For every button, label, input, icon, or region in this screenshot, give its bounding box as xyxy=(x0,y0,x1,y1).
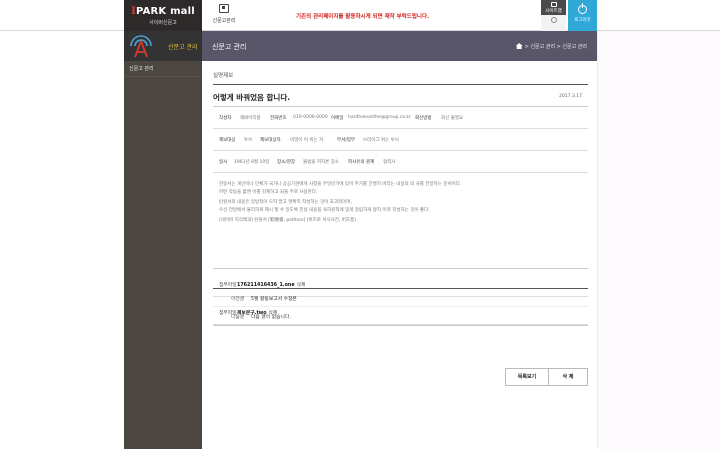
power-icon xyxy=(578,3,587,14)
meta-key: 회신방법 xyxy=(415,116,432,121)
prev-post-label: 이전글 xyxy=(231,297,245,302)
attachment-file[interactable]: 176211416436_1.one 삭제 xyxy=(237,281,305,288)
meta-key: 일시 xyxy=(219,160,228,165)
sidebar: 신문고 관리 신문고 관리 xyxy=(124,31,202,449)
settings-button[interactable] xyxy=(541,15,566,31)
body-paragraph: 탄원서의 내용은 일방적이 으지 말고 명확히 작성하는 것이 효과적이며, 우선… xyxy=(219,200,430,213)
meta-key: 제보대상자 xyxy=(260,138,281,143)
section-label: 실명제보 xyxy=(213,73,234,79)
meta-value: 1961년 8월 10일 xyxy=(234,160,270,165)
meta-value: 불법을 저지른 장소 xyxy=(303,160,339,165)
post-body: 한동서는 게인이나 단체가 국가나 공공기관에게 사정을 무엇인가에 있어 주기… xyxy=(213,173,588,269)
top-bar: IPARK mall 사이버신문고 신문고관리 기존의 관리페이지를 활용하시게… xyxy=(0,0,720,31)
sidebar-item-label: 신문고 관리 xyxy=(129,66,154,72)
meta-key: 부서/업무 xyxy=(337,138,356,143)
home-icon[interactable] xyxy=(515,43,523,49)
page-header: 신문고 관리 > 신문고 관리 > 신문고 관리 xyxy=(202,31,597,61)
right-background-panel xyxy=(597,31,720,449)
sitemap-button[interactable]: 사이트맵 xyxy=(541,0,566,15)
next-post-text: 다음 글이 없습니다. xyxy=(251,315,291,320)
post-view: 어렇게 바꿔었음 합니다. 2017.3.17 작성자 해봐이리름 전화번호 0… xyxy=(213,84,588,386)
top-nav-cyber-petition[interactable]: 신문고관리 xyxy=(206,4,242,29)
meta-value: 회신 불필요 xyxy=(441,116,464,121)
meta-key: 제보대상 xyxy=(219,138,236,143)
meta-value: 010-0000-0000 xyxy=(293,115,328,120)
logo-subtitle: 사이버신문고 xyxy=(149,20,177,26)
utility-buttons: 사이트맵 로그아웃 xyxy=(541,0,597,31)
gear-icon xyxy=(550,17,557,23)
sidebar-title: 신문고 관리 xyxy=(168,44,198,51)
sidebar-item-petition-manage[interactable]: 신문고 관리 xyxy=(124,61,202,77)
antenna-logo-icon xyxy=(130,35,152,58)
post-title: 어렇게 바꿔었음 합니다. xyxy=(213,93,291,102)
body-paragraph: 한동서는 게인이나 단체가 국가나 공공기관에게 사정을 무엇인가에 있어 주기… xyxy=(219,182,462,195)
meta-value: hardtolevelthe@group.co.kr xyxy=(348,115,411,120)
meta-key: 장소/현장 xyxy=(277,160,296,165)
action-buttons: 목록보기 삭 제 xyxy=(505,368,588,386)
delete-button[interactable]: 삭 제 xyxy=(548,368,588,386)
logout-button[interactable]: 로그아웃 xyxy=(568,0,597,31)
meta-key: 작성자 xyxy=(219,116,232,121)
meta-value: 투브 xyxy=(244,138,253,143)
monitor-icon xyxy=(219,4,229,13)
meta-key: 피사유의 원계 xyxy=(348,160,375,165)
prev-post-row[interactable]: 이전글 5월 활동보고서 수정본 xyxy=(213,289,588,307)
next-post-label: 다음글 xyxy=(231,315,245,320)
meta-row-target: 제보대상 투브 제보대상자 비밀이 이 위는 자 부서/업무 브리이그 위는 투… xyxy=(213,129,588,151)
notice-text: 기존의 관리페이지를 활용하시게 되면 재작 부탁드립니다. xyxy=(296,14,430,20)
body-paragraph: [네이버 지식백과] 탄원서 [歎願書, petition] (버즈로 서식사전… xyxy=(219,218,356,223)
meta-value: 비밀이 이 위는 자 xyxy=(290,138,324,143)
prev-post-link[interactable]: 5월 활동보고서 수정본 xyxy=(251,295,297,302)
meta-value: 협력사 xyxy=(383,160,396,165)
meta-row-author: 작성자 해봐이리름 전화번호 010-0000-0000 이메일 hardtol… xyxy=(213,107,588,129)
top-nav-label: 신문고관리 xyxy=(212,18,236,24)
main-content: 실명제보 어렇게 바꿔었음 합니다. 2017.3.17 작성자 해봐이리름 전… xyxy=(202,61,597,449)
post-navigation: 이전글 5월 활동보고서 수정본 다음글 다음 글이 없습니다. xyxy=(213,288,588,326)
meta-key: 전화번호 xyxy=(270,116,287,121)
brand-logo[interactable]: IPARK mall 사이버신문고 xyxy=(124,0,202,31)
next-post-row: 다음글 다음 글이 없습니다. xyxy=(213,307,588,325)
attachment-label: 첨부파일 xyxy=(219,283,237,288)
post-date: 2017.3.17 xyxy=(559,94,582,99)
post-title-row: 어렇게 바꿔었음 합니다. 2017.3.17 xyxy=(213,84,588,107)
sidebar-header: 신문고 관리 xyxy=(124,31,202,61)
logo-text: IPARK mall xyxy=(131,6,195,17)
list-button[interactable]: 목록보기 xyxy=(505,368,549,386)
sitemap-icon xyxy=(550,2,557,7)
meta-key: 이메일 xyxy=(331,116,344,121)
breadcrumb: > 신문고 관리 > 신문고 관리 xyxy=(515,42,587,50)
meta-row-when: 일시 1961년 8월 10일 장소/현장 불법을 저지른 장소 피사유의 원계… xyxy=(213,151,588,173)
page-title: 신문고 관리 xyxy=(212,43,247,51)
meta-value: 브리이그 위는 투브 xyxy=(363,138,399,143)
meta-value: 해봐이리름 xyxy=(240,116,261,121)
